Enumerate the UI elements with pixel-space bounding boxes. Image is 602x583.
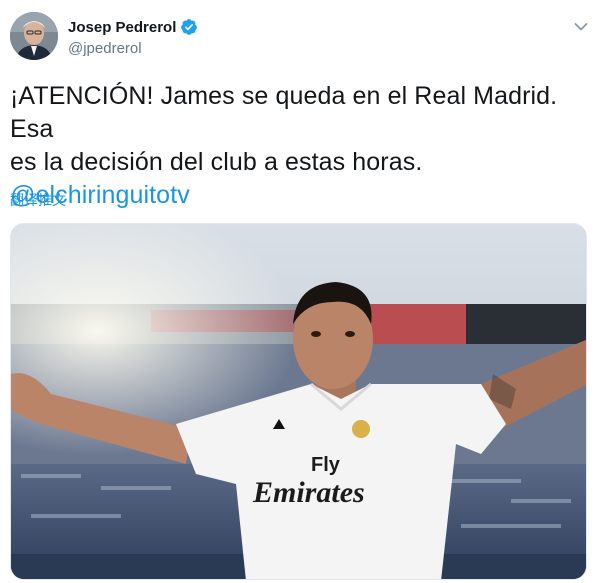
chevron-down-icon[interactable]	[574, 22, 588, 32]
display-name[interactable]: Josep Pedrerol	[68, 19, 176, 36]
avatar-photo	[10, 12, 58, 60]
tweet-card: Josep Pedrerol @jpedrerol ¡ATENCIÓN! Jam…	[0, 0, 602, 583]
verified-badge-icon	[181, 19, 198, 35]
avatar[interactable]	[10, 12, 58, 60]
shirt-sponsor-line-2: Emirates	[252, 476, 365, 509]
tweet-media-photo[interactable]: Fly Emirates	[10, 223, 587, 580]
player-celebration-image: Fly Emirates	[11, 224, 586, 579]
name-row: Josep Pedrerol	[68, 18, 198, 36]
tweet-text-line-2: es la decisión del club a estas horas.	[10, 148, 423, 176]
tweet-text: ¡ATENCIÓN! James se queda en el Real Mad…	[10, 80, 590, 212]
mention-link[interactable]: @elchiringuitotv	[10, 179, 590, 212]
translate-tweet-link[interactable]: 翻译推文	[10, 190, 66, 210]
user-handle[interactable]: @jpedrerol	[68, 40, 142, 57]
shirt-sponsor-line-1: Fly	[311, 454, 341, 476]
tweet-text-line-1: ¡ATENCIÓN! James se queda en el Real Mad…	[10, 82, 558, 143]
